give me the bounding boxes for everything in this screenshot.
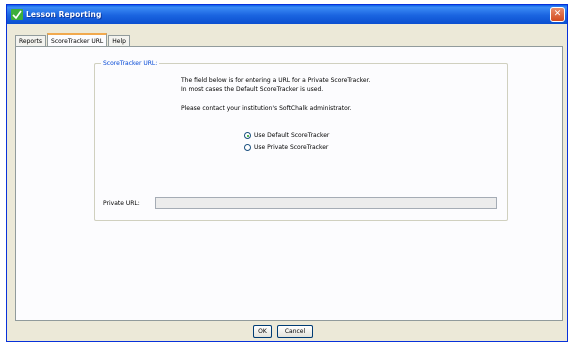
lesson-reporting-window: Lesson Reporting ✕ Reports ScoreTracker … xyxy=(6,4,568,342)
radio-default-button[interactable] xyxy=(244,132,251,139)
radio-private-label: Use Private ScoreTracker xyxy=(254,144,329,151)
radio-default-label: Use Default ScoreTracker xyxy=(254,132,330,139)
scoretracker-panel: ScoreTracker URL: The field below is for… xyxy=(15,46,563,321)
softchalk-app-icon xyxy=(11,9,23,20)
private-url-input[interactable] xyxy=(155,197,497,209)
scoretracker-url-group: ScoreTracker URL: The field below is for… xyxy=(94,59,508,221)
cancel-button[interactable]: Cancel xyxy=(277,325,313,338)
dialog-button-bar: OK Cancel xyxy=(7,323,567,341)
tab-strip: Reports ScoreTracker URL Help xyxy=(15,32,131,47)
info-line-2: In most cases the Default ScoreTracker i… xyxy=(181,86,324,93)
window-title: Lesson Reporting xyxy=(26,10,102,19)
private-url-label: Private URL: xyxy=(103,200,140,207)
radio-private-scoretracker[interactable]: Use Private ScoreTracker xyxy=(244,144,328,151)
tab-help[interactable]: Help xyxy=(108,35,130,46)
tab-scoretracker-url[interactable]: ScoreTracker URL xyxy=(47,33,108,47)
group-title: ScoreTracker URL: xyxy=(101,59,160,68)
radio-default-scoretracker[interactable]: Use Default ScoreTracker xyxy=(244,132,329,139)
contact-admin-text: Please contact your institution's SoftCh… xyxy=(181,105,352,112)
close-icon[interactable]: ✕ xyxy=(550,7,565,22)
info-line-1: The field below is for entering a URL fo… xyxy=(181,77,371,84)
ok-button[interactable]: OK xyxy=(253,325,272,338)
radio-private-button[interactable] xyxy=(244,144,251,151)
title-bar[interactable]: Lesson Reporting ✕ xyxy=(7,5,567,24)
tab-reports[interactable]: Reports xyxy=(15,35,47,46)
